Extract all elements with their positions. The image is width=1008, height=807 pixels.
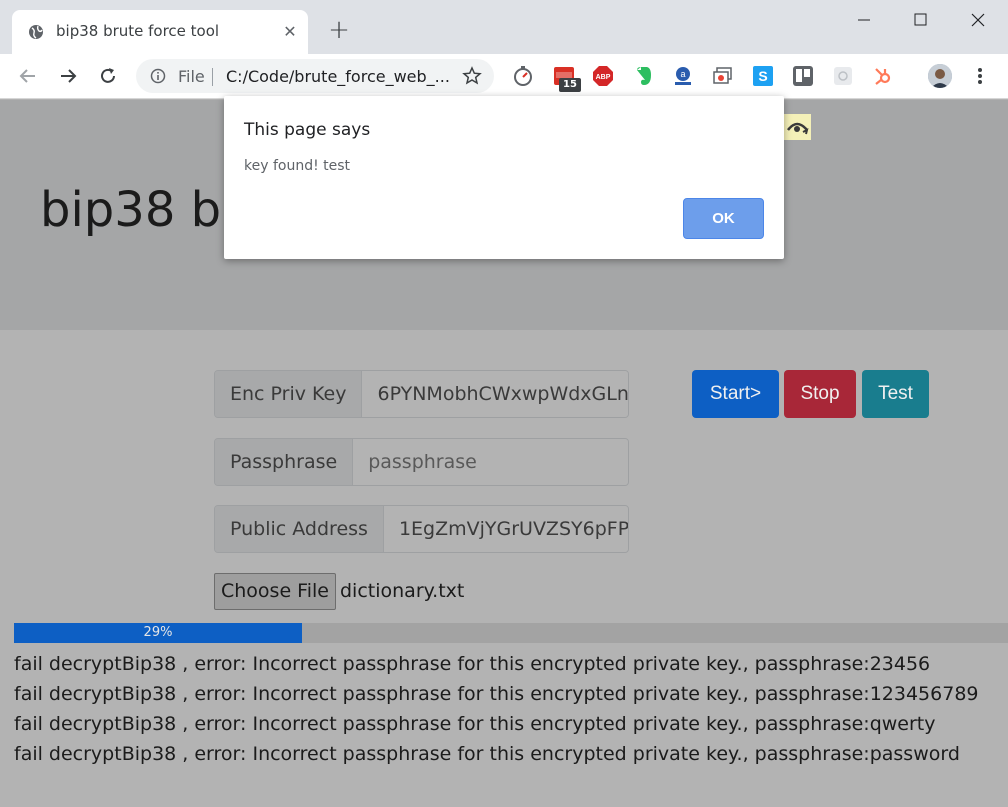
log-line: fail decryptBip38 , error: Incorrect pas… xyxy=(14,743,960,765)
start-button[interactable]: Start> xyxy=(692,370,779,418)
browser-tab[interactable]: bip38 brute force tool ✕ xyxy=(12,10,308,54)
evernote-icon[interactable] xyxy=(632,65,654,87)
s-extension-icon[interactable]: S xyxy=(752,65,774,87)
selected-file-name: dictionary.txt xyxy=(340,580,465,602)
close-icon[interactable]: ✕ xyxy=(280,22,300,42)
log-line: fail decryptBip38 , error: Incorrect pas… xyxy=(14,683,979,705)
svg-text:ABP: ABP xyxy=(596,74,611,81)
address-bar[interactable]: File C:/Code/brute_force_web_... xyxy=(136,59,494,93)
tab-title: bip38 brute force tool xyxy=(56,22,220,40)
passphrase-input[interactable] xyxy=(353,439,628,485)
hubspot-icon[interactable] xyxy=(872,65,894,87)
browser-titlebar: bip38 brute force tool ✕ + xyxy=(0,0,1008,54)
amazon-assistant-icon[interactable]: a xyxy=(672,65,694,87)
stop-button[interactable]: Stop xyxy=(784,370,856,418)
ok-button[interactable]: OK xyxy=(683,198,764,239)
progress-track: 29% xyxy=(14,623,1008,643)
bookmark-star-icon[interactable] xyxy=(462,66,482,86)
minimize-icon[interactable] xyxy=(852,8,876,32)
url-scheme: File xyxy=(178,67,205,86)
svg-text:a: a xyxy=(680,69,685,79)
puzzle-extension-icon[interactable] xyxy=(832,65,854,87)
globe-icon xyxy=(29,25,43,39)
omnibox-divider xyxy=(212,68,213,86)
menu-kebab-icon[interactable] xyxy=(972,66,988,86)
log-line: fail decryptBip38 , error: Incorrect pas… xyxy=(14,653,931,675)
adblock-plus-icon[interactable]: ABP xyxy=(592,65,614,87)
public-address-label: Public Address xyxy=(215,506,384,552)
svg-text:S: S xyxy=(758,68,767,84)
page-title: bip38 br xyxy=(40,182,241,238)
log-output: fail decryptBip38 , error: Incorrect pas… xyxy=(14,649,979,769)
dialog-title: This page says xyxy=(244,120,371,140)
passphrase-group: Passphrase xyxy=(214,438,629,486)
window-close-icon[interactable] xyxy=(966,8,990,32)
reload-icon[interactable] xyxy=(96,64,120,88)
eye-extension-icon[interactable] xyxy=(784,114,811,140)
maximize-icon[interactable] xyxy=(908,8,932,32)
tab-manager-icon[interactable] xyxy=(712,65,734,87)
alert-dialog: This page says key found! test OK xyxy=(224,96,784,259)
enc-priv-key-group: Enc Priv Key 6PYNMobhCWxwpWdxGLnr xyxy=(214,370,629,418)
browser-toolbar: File C:/Code/brute_force_web_... 15 ABP … xyxy=(0,54,1008,99)
enc-priv-key-input[interactable]: 6PYNMobhCWxwpWdxGLnr xyxy=(362,371,628,417)
user-avatar-icon xyxy=(928,64,952,88)
test-button[interactable]: Test xyxy=(862,370,929,418)
stopwatch-extension-icon[interactable] xyxy=(512,65,534,87)
calendar-badge: 15 xyxy=(559,78,581,92)
public-address-input[interactable]: 1EgZmVjYGrUVZSY6pFPtl xyxy=(383,506,628,552)
back-arrow-icon[interactable] xyxy=(16,64,40,88)
enc-priv-key-label: Enc Priv Key xyxy=(215,371,363,417)
forward-arrow-icon[interactable] xyxy=(56,64,80,88)
url-text[interactable]: C:/Code/brute_force_web_... xyxy=(226,67,450,86)
trello-icon[interactable] xyxy=(792,65,814,87)
dialog-message: key found! test xyxy=(244,158,351,174)
choose-file-button[interactable]: Choose File xyxy=(214,573,336,610)
passphrase-label: Passphrase xyxy=(215,439,354,485)
info-icon[interactable] xyxy=(150,68,166,84)
profile-avatar[interactable] xyxy=(928,64,952,88)
new-tab-button[interactable]: + xyxy=(326,17,352,44)
log-line: fail decryptBip38 , error: Incorrect pas… xyxy=(14,713,936,735)
public-address-group: Public Address 1EgZmVjYGrUVZSY6pFPtl xyxy=(214,505,629,553)
progress-bar: 29% xyxy=(14,623,302,643)
